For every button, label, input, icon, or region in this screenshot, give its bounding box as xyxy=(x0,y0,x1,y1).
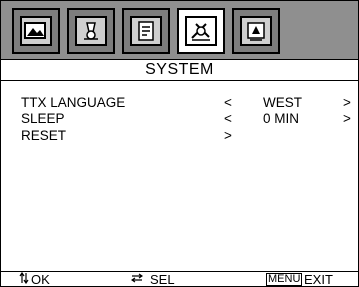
enter-arrow[interactable]: > xyxy=(224,128,232,144)
menu-item-label: SLEEP xyxy=(21,111,65,126)
menu-key[interactable]: MENU xyxy=(266,273,303,286)
footer-hints: OK SEL MENU EXIT xyxy=(1,271,358,287)
system-icon xyxy=(191,23,210,41)
tab-sound[interactable] xyxy=(67,8,115,54)
tab-channel[interactable] xyxy=(232,8,280,54)
right-arrow[interactable]: > xyxy=(343,111,351,127)
left-right-arrows-icon xyxy=(130,272,144,286)
menu-item-value: WEST xyxy=(263,95,302,110)
exit-hint-label: EXIT xyxy=(304,272,333,287)
picture-icon xyxy=(24,22,46,39)
feature-icon xyxy=(138,21,154,41)
menu-item-label: TTX LANGUAGE xyxy=(21,95,126,110)
tab-feature[interactable] xyxy=(122,8,170,54)
right-arrow[interactable]: > xyxy=(343,95,351,111)
sel-hint-label: SEL xyxy=(150,272,175,287)
ok-hint-label: OK xyxy=(31,272,50,287)
menu-title: SYSTEM xyxy=(1,60,358,81)
tab-system[interactable] xyxy=(177,8,225,54)
channel-icon xyxy=(247,22,265,41)
menu-item-label: RESET xyxy=(21,128,67,143)
left-arrow[interactable]: < xyxy=(224,95,232,111)
left-arrow[interactable]: < xyxy=(224,111,232,127)
sound-icon xyxy=(84,22,98,40)
menu-item-value: 0 MIN xyxy=(263,111,300,126)
menu-tab-bar xyxy=(1,1,358,60)
osd-menu: SYSTEM TTX LANGUAGE < WEST > SLEEP < 0 M… xyxy=(0,0,359,287)
up-down-arrows-icon xyxy=(19,271,29,286)
tab-picture[interactable] xyxy=(12,8,60,54)
